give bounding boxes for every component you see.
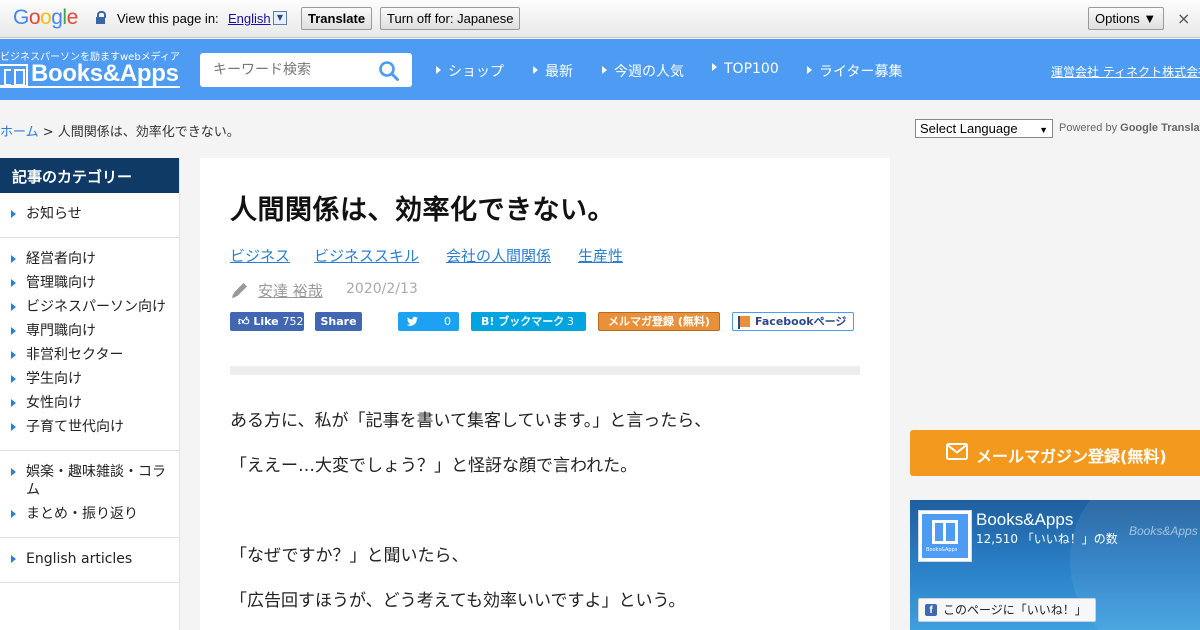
- sidebar-item[interactable]: お知らせ: [0, 205, 179, 223]
- search-icon[interactable]: [378, 60, 400, 82]
- sidebar-item[interactable]: 子育て世代向け: [0, 418, 179, 436]
- sidebar-group: お知らせ: [0, 193, 179, 238]
- sidebar-group: 経営者向け管理職向けビジネスパーソン向け 専門職向け非営利セクター 学生向け女性向け…: [0, 238, 179, 451]
- google-translate-bar: Google View this page in: English ▼ Tran…: [0, 0, 1200, 38]
- nav-latest[interactable]: 最新: [533, 61, 573, 81]
- chevron-right-icon: [436, 66, 441, 74]
- sidebar-group: English articles: [0, 538, 179, 583]
- chevron-right-icon: [11, 255, 16, 263]
- sidebar-item[interactable]: まとめ・振り返り: [0, 505, 179, 523]
- translate-options-button[interactable]: Options ▼: [1088, 7, 1164, 30]
- close-translate-bar-icon[interactable]: ×: [1177, 9, 1190, 28]
- facebook-page-widget: Books&Apps Books&Apps 12,510 「いいね！」の数 Bo…: [910, 500, 1200, 630]
- logo-underline: [0, 86, 180, 88]
- lock-icon: [96, 11, 106, 24]
- chevron-right-icon: [11, 399, 16, 407]
- site-logo-mark-icon[interactable]: [0, 64, 28, 87]
- chevron-right-icon: [11, 327, 16, 335]
- sidebar-item[interactable]: ビジネスパーソン向け: [0, 298, 179, 316]
- translate-language-link[interactable]: English: [228, 11, 271, 26]
- sidebar-item[interactable]: 女性向け: [0, 394, 179, 412]
- article-paragraph: 「ええー…大変でしょう？」と怪訝な顔で言われた。: [230, 456, 638, 476]
- breadcrumb: ホーム > 人間関係は、効率化できない。: [0, 121, 240, 140]
- chevron-right-icon: [11, 210, 16, 218]
- flag-icon: [738, 316, 750, 329]
- tag-business-skill[interactable]: ビジネススキル: [314, 245, 419, 266]
- pencil-icon: [232, 283, 247, 298]
- fb-page-name[interactable]: Books&Apps: [976, 510, 1073, 530]
- breadcrumb-current: 人間関係は、効率化できない。: [57, 125, 240, 140]
- nav-writer-recruit[interactable]: ライター募集: [807, 61, 902, 81]
- tag-business[interactable]: ビジネス: [230, 245, 290, 266]
- page-avatar[interactable]: Books&Apps: [918, 510, 972, 562]
- tag-productivity[interactable]: 生産性: [578, 245, 623, 266]
- breadcrumb-home-link[interactable]: ホーム: [0, 125, 39, 140]
- powered-by-google-translate: Powered by Google Translate: [1059, 122, 1200, 134]
- chevron-right-icon: [602, 66, 607, 74]
- translate-button[interactable]: Translate: [301, 7, 373, 30]
- sidebar-item[interactable]: 学生向け: [0, 370, 179, 388]
- author-link[interactable]: 安達 裕哉: [258, 280, 323, 301]
- thumbs-up-icon: 👍︎: [238, 315, 250, 328]
- chevron-right-icon: [533, 66, 538, 74]
- article-card: 人間関係は、効率化できない。 ビジネス ビジネススキル 会社の人間関係 生産性 …: [200, 158, 890, 630]
- chevron-right-icon: [11, 468, 16, 476]
- article-divider: [230, 366, 860, 375]
- select-caret-icon: ▼: [1039, 125, 1048, 135]
- nav-shop[interactable]: ショップ: [436, 61, 504, 81]
- company-link[interactable]: 運営会社 ティネクト株式会社: [1051, 63, 1200, 80]
- sidebar-group: 娯楽・趣味雑談・コラムまとめ・振り返り: [0, 451, 179, 538]
- twitter-bird-icon: [406, 316, 419, 326]
- hatena-bookmark-button[interactable]: B! ブックマーク 3: [471, 312, 586, 331]
- chevron-right-icon: [11, 279, 16, 287]
- books-apps-logo-icon: [932, 520, 958, 544]
- tag-office-relationships[interactable]: 会社の人間関係: [446, 245, 551, 266]
- chevron-right-icon: [712, 63, 717, 71]
- sidebar-item[interactable]: 娯楽・趣味雑談・コラム: [0, 463, 179, 499]
- turn-off-translation-button[interactable]: Turn off for: Japanese: [380, 7, 521, 30]
- tweet-button[interactable]: 0: [398, 312, 459, 331]
- chevron-right-icon: [807, 66, 812, 74]
- nav-weekly-popular[interactable]: 今週の人気: [602, 61, 684, 81]
- fb-page-like-button[interactable]: f このページに「いいね！」: [918, 598, 1096, 622]
- site-header: ビジネスパーソンを励ますwebメディア Books&Apps ショップ 最新 今…: [0, 39, 1200, 100]
- article-paragraph: ある方に、私が「記事を書いて集客しています。」と言ったら、: [230, 411, 712, 431]
- article-paragraph: 「なぜですか？」と聞いたら、: [230, 546, 469, 566]
- facebook-icon: f: [925, 604, 937, 616]
- sidebar-item[interactable]: 非営利セクター: [0, 346, 179, 364]
- chevron-right-icon: [11, 351, 16, 359]
- sidebar-title: 記事のカテゴリー: [0, 158, 179, 193]
- sidebar-item[interactable]: 管理職向け: [0, 274, 179, 292]
- facebook-page-button[interactable]: Facebookページ: [732, 312, 854, 331]
- facebook-like-button[interactable]: 👍︎ Like 752: [230, 312, 304, 331]
- chevron-right-icon: [11, 375, 16, 383]
- article-title: 人間関係は、効率化できない。: [230, 195, 615, 226]
- sidebar-item[interactable]: 経営者向け: [0, 250, 179, 268]
- site-logo[interactable]: Books&Apps: [31, 60, 179, 88]
- search-input[interactable]: [213, 53, 373, 87]
- chevron-right-icon: [11, 510, 16, 518]
- language-dropdown-icon[interactable]: ▼: [273, 11, 287, 25]
- cover-watermark: Books&Apps: [1129, 524, 1198, 538]
- category-sidebar: 記事のカテゴリー お知らせ経営者向け管理職向けビジネスパーソン向け 専門職向け非営…: [0, 158, 180, 630]
- chevron-right-icon: [11, 303, 16, 311]
- sidebar-item[interactable]: 専門職向け: [0, 322, 179, 340]
- fb-like-count: 12,510 「いいね！」の数: [976, 532, 1118, 546]
- breadcrumb-separator: >: [38, 125, 58, 140]
- facebook-share-button[interactable]: Share: [315, 312, 362, 331]
- nav-top100[interactable]: TOP100: [712, 61, 779, 77]
- article-paragraph: 「広告回すほうが、どう考えても効率いいですよ」という。: [230, 591, 686, 611]
- language-select[interactable]: Select Language ▼: [915, 119, 1053, 138]
- mailmag-signup-button[interactable]: メールマガジン登録(無料): [910, 430, 1200, 476]
- view-page-in-label: View this page in:: [117, 11, 219, 26]
- envelope-icon: [946, 443, 968, 460]
- publish-date: 2020/2/13: [346, 281, 418, 297]
- sidebar-item[interactable]: English articles: [0, 550, 179, 568]
- mailmag-subscribe-button[interactable]: メルマガ登録 (無料): [598, 312, 720, 331]
- chevron-right-icon: [11, 423, 16, 431]
- chevron-right-icon: [11, 555, 16, 563]
- google-logo: Google: [13, 6, 78, 29]
